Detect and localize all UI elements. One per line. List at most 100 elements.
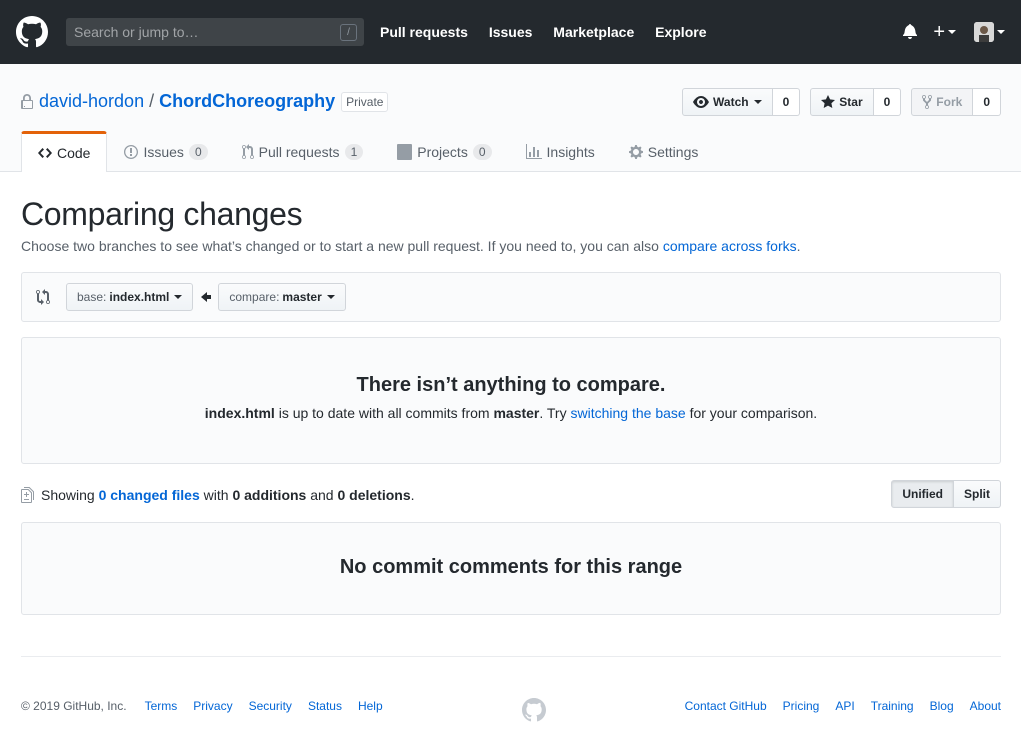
- nav-pull-requests[interactable]: Pull requests: [380, 24, 468, 40]
- diff-view-toggle: Unified Split: [891, 480, 1001, 508]
- blankslate-text-1: is up to date with all commits from: [278, 405, 490, 421]
- compare-branch-name: master: [282, 290, 322, 304]
- star-label: Star: [839, 95, 863, 109]
- tab-pull-requests[interactable]: Pull requests 1: [225, 131, 381, 171]
- tab-settings[interactable]: Settings: [612, 131, 716, 171]
- compare-branch-select[interactable]: compare: master: [218, 283, 346, 311]
- chevron-down-icon: [753, 100, 762, 104]
- repo-title: david-hordon / ChordChoreography Private: [21, 91, 389, 112]
- fork-count[interactable]: 0: [973, 88, 1001, 116]
- blankslate-text-3: for your comparison.: [689, 405, 818, 421]
- watch-group: Watch 0: [682, 88, 801, 116]
- unified-view-button[interactable]: Unified: [891, 480, 954, 508]
- site-footer: © 2019 GitHub, Inc. Terms Privacy Securi…: [21, 656, 1001, 756]
- chevron-down-icon: [997, 30, 1005, 34]
- search-input[interactable]: Search or jump to… /: [66, 18, 364, 46]
- gear-icon: [628, 144, 643, 160]
- compare-prefix: compare:: [229, 290, 280, 304]
- blankslate-text-2: . Try: [539, 405, 567, 421]
- with-label: with: [203, 487, 229, 503]
- nothing-to-compare-blankslate: There isn’t anything to compare. index.h…: [21, 337, 1001, 464]
- git-compare-icon[interactable]: [36, 289, 50, 305]
- watch-label: Watch: [713, 95, 749, 109]
- additions-count: 0 additions: [232, 487, 307, 503]
- watch-count[interactable]: 0: [772, 88, 801, 116]
- footer-api-link[interactable]: API: [835, 699, 854, 713]
- nav-explore[interactable]: Explore: [655, 24, 706, 40]
- changed-files-link[interactable]: 0 changed files: [99, 487, 200, 503]
- tab-projects[interactable]: Projects 0: [380, 131, 508, 171]
- chevron-down-icon: [174, 295, 183, 299]
- footer-blog-link[interactable]: Blog: [930, 699, 954, 713]
- issues-counter: 0: [188, 143, 208, 160]
- arrow-left-icon: [201, 289, 212, 305]
- star-count[interactable]: 0: [873, 88, 902, 116]
- path-separator: /: [149, 91, 155, 111]
- compare-across-forks-link[interactable]: compare across forks: [663, 238, 797, 254]
- repo-actions: Watch 0 Star 0 Fork 0: [672, 88, 1001, 116]
- tab-projects-label: Projects: [417, 143, 468, 160]
- blankslate-heading: There isn’t anything to compare.: [356, 374, 666, 396]
- repo-name-link[interactable]: ChordChoreography: [159, 91, 335, 112]
- project-icon: [397, 143, 413, 160]
- page-title: Comparing changes: [21, 196, 303, 232]
- fork-group: Fork 0: [911, 88, 1001, 116]
- footer-privacy-link[interactable]: Privacy: [193, 699, 232, 713]
- projects-counter: 0: [472, 143, 492, 160]
- blankslate-branch-b: master: [493, 405, 540, 421]
- private-badge: Private: [341, 91, 389, 112]
- tab-code[interactable]: Code: [21, 131, 108, 172]
- footer-contact-link[interactable]: Contact GitHub: [685, 699, 767, 713]
- showing-label: Showing: [41, 487, 95, 503]
- nav-marketplace[interactable]: Marketplace: [553, 24, 634, 40]
- footer-security-link[interactable]: Security: [249, 699, 292, 713]
- global-header: Search or jump to… / Pull requests Issue…: [0, 0, 1021, 64]
- toc-period: .: [410, 487, 415, 503]
- chevron-down-icon: [326, 295, 335, 299]
- plus-icon: +: [933, 20, 945, 43]
- diff-summary: Showing 0 changed files with 0 additions…: [21, 480, 1001, 510]
- nav-issues[interactable]: Issues: [489, 24, 533, 40]
- and-label: and: [310, 487, 334, 503]
- tab-insights[interactable]: Insights: [509, 131, 612, 171]
- page-subtitle: Choose two branches to see what’s change…: [21, 238, 801, 254]
- search-placeholder: Search or jump to…: [74, 24, 199, 40]
- bell-icon[interactable]: [903, 23, 918, 42]
- footer-training-link[interactable]: Training: [871, 699, 914, 713]
- footer-about-link[interactable]: About: [970, 699, 1001, 713]
- range-editor: base: index.html compare: master: [21, 272, 1001, 322]
- footer-terms-link[interactable]: Terms: [145, 699, 178, 713]
- github-logo-icon[interactable]: [16, 15, 50, 49]
- footer-status-link[interactable]: Status: [308, 699, 342, 713]
- subtitle-end: .: [796, 238, 801, 254]
- base-branch-select[interactable]: base: index.html: [66, 283, 194, 311]
- switching-the-base-link[interactable]: switching the base: [571, 405, 686, 421]
- split-view-button[interactable]: Split: [954, 480, 1001, 508]
- footer-left: © 2019 GitHub, Inc. Terms Privacy Securi…: [21, 699, 383, 713]
- star-button[interactable]: Star: [810, 88, 874, 116]
- header-right: +: [903, 0, 1005, 64]
- tab-issues-label: Issues: [143, 143, 184, 160]
- base-prefix: base:: [77, 290, 107, 304]
- github-mark-icon[interactable]: [522, 698, 546, 725]
- tab-issues[interactable]: Issues 0: [107, 131, 224, 171]
- user-menu[interactable]: [974, 22, 1005, 42]
- star-group: Star 0: [810, 88, 902, 116]
- global-nav: Pull requests Issues Marketplace Explore: [380, 24, 723, 40]
- subtitle-text: Choose two branches to see what’s change…: [21, 238, 659, 254]
- fork-button[interactable]: Fork: [911, 88, 974, 116]
- footer-right: Contact GitHub Pricing API Training Blog…: [669, 699, 1001, 713]
- graph-icon: [525, 143, 542, 160]
- search-shortcut-key: /: [340, 24, 357, 41]
- repo-header: david-hordon / ChordChoreography Private…: [0, 64, 1021, 172]
- tab-pull-requests-label: Pull requests: [258, 143, 340, 160]
- repo-tabs: Code Issues 0 Pull requests 1 Projects 0…: [21, 131, 715, 172]
- file-diff-icon: [21, 487, 34, 503]
- star-icon: [821, 94, 836, 110]
- watch-button[interactable]: Watch: [682, 88, 773, 116]
- repo-owner-link[interactable]: david-hordon: [39, 91, 144, 112]
- footer-pricing-link[interactable]: Pricing: [783, 699, 820, 713]
- footer-help-link[interactable]: Help: [358, 699, 383, 713]
- lock-icon: [21, 93, 33, 110]
- create-new-menu[interactable]: +: [933, 21, 956, 44]
